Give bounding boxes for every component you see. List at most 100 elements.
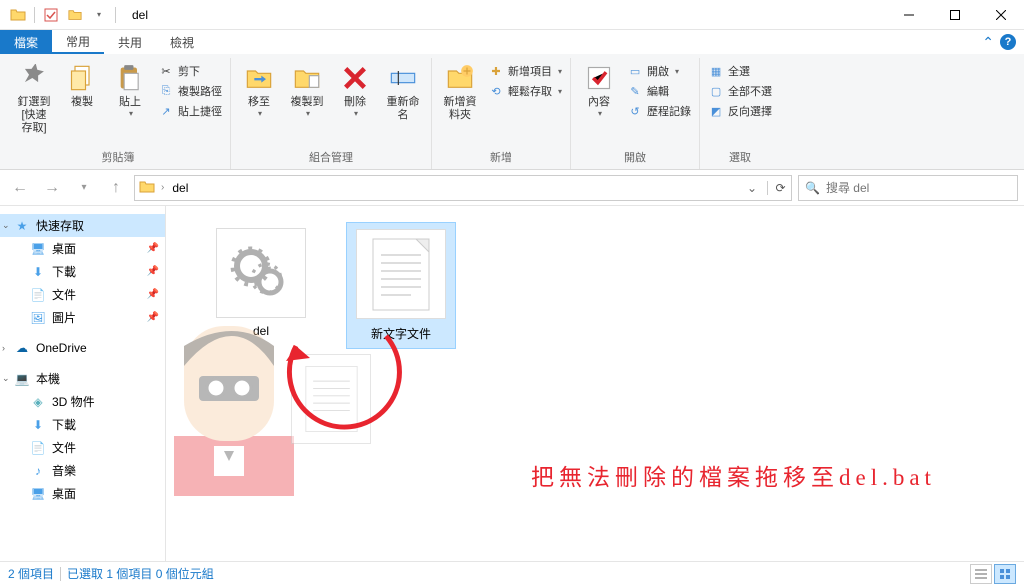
file-label: 新文字文件 — [371, 325, 431, 342]
open-button[interactable]: ▭開啟▾ — [623, 62, 695, 80]
selectall-button[interactable]: ▦全選 — [704, 62, 776, 80]
main-area: ⌄ ★ 快速存取 🖥 桌面📌 ⬇ 下載📌 📄 文件📌 🖼 圖片📌 — [0, 206, 1024, 561]
star-icon: ★ — [14, 218, 30, 234]
download-icon: ⬇ — [30, 417, 46, 433]
forward-button[interactable]: → — [38, 174, 66, 202]
sidebar-item-thispc[interactable]: ⌄ 💻 本機 — [0, 367, 165, 390]
selectnone-icon: ▢ — [708, 83, 724, 99]
text-file-icon — [356, 229, 446, 319]
download-icon: ⬇ — [30, 264, 46, 280]
tab-share[interactable]: 共用 — [104, 30, 156, 54]
address-bar[interactable]: › del ⌄ ⟳ — [134, 175, 792, 201]
status-item-count: 2 個項目 — [8, 565, 54, 582]
breadcrumb-folder[interactable]: del — [168, 181, 192, 195]
recent-dropdown[interactable]: ▾ — [70, 174, 98, 202]
moveto-icon — [243, 62, 275, 94]
collapse-ribbon-icon[interactable]: ⌃ — [982, 34, 994, 51]
qat-folder-icon[interactable] — [65, 5, 85, 25]
sidebar-item-desktop2[interactable]: 🖥 桌面 — [0, 482, 165, 505]
copy-button[interactable]: 複製 — [58, 60, 106, 111]
chevron-down-icon[interactable]: ⌄ — [2, 220, 10, 231]
paste-icon — [114, 62, 146, 94]
delete-button[interactable]: 刪除▾ — [331, 60, 379, 120]
search-box[interactable]: 🔍 — [798, 175, 1018, 201]
copypath-button[interactable]: ⎘複製路徑 — [154, 82, 226, 100]
watermark-avatar — [174, 326, 294, 496]
newitem-icon: ✚ — [488, 63, 504, 79]
chevron-down-icon: ▾ — [129, 109, 133, 118]
rename-icon — [387, 62, 419, 94]
document-icon: 📄 — [30, 440, 46, 456]
desktop-icon: 🖥 — [30, 486, 46, 502]
chevron-down-icon[interactable]: ⌄ — [2, 373, 10, 384]
qat-dropdown-icon[interactable]: ▾ — [89, 5, 109, 25]
pin-button[interactable]: 釘選到 [快速存取] — [10, 60, 58, 138]
close-button[interactable] — [978, 0, 1024, 30]
edit-button[interactable]: ✎編輯 — [623, 82, 695, 100]
sidebar-item-3dobjects[interactable]: ◈ 3D 物件 — [0, 390, 165, 413]
maximize-button[interactable] — [932, 0, 978, 30]
qat-checkbox-icon[interactable] — [41, 5, 61, 25]
invertselect-button[interactable]: ◩反向選擇 — [704, 102, 776, 120]
sidebar-item-documents2[interactable]: 📄 文件 — [0, 436, 165, 459]
selectall-icon: ▦ — [708, 63, 724, 79]
properties-button[interactable]: 內容▾ — [575, 60, 623, 120]
moveto-button[interactable]: 移至▾ — [235, 60, 283, 120]
history-button[interactable]: ↺歷程記錄 — [623, 102, 695, 120]
pin-icon: 📌 — [147, 312, 159, 323]
status-selection: 已選取 1 個項目 0 個位元組 — [67, 565, 214, 582]
copy-icon — [66, 62, 98, 94]
search-icon: 🔍 — [805, 181, 820, 195]
open-icon: ▭ — [627, 63, 643, 79]
navigation-pane[interactable]: ⌄ ★ 快速存取 🖥 桌面📌 ⬇ 下載📌 📄 文件📌 🖼 圖片📌 — [0, 206, 166, 561]
newfolder-button[interactable]: 新增資料夾 — [436, 60, 484, 124]
sidebar-item-downloads[interactable]: ⬇ 下載📌 — [0, 260, 165, 283]
file-item-del[interactable]: del — [206, 222, 316, 344]
refresh-button[interactable]: ⟳ — [767, 181, 787, 195]
pasteshortcut-button[interactable]: ↗貼上捷徑 — [154, 102, 226, 120]
sidebar-item-onedrive[interactable]: › ☁ OneDrive — [0, 337, 165, 359]
sidebar-item-desktop[interactable]: 🖥 桌面📌 — [0, 237, 165, 260]
ribbon-group-new: 新增資料夾 ✚新增項目▾ ⟲輕鬆存取▾ 新增 — [432, 58, 571, 169]
view-icons-button[interactable] — [994, 564, 1016, 584]
help-icon[interactable]: ? — [1000, 34, 1016, 50]
sidebar-item-pictures[interactable]: 🖼 圖片📌 — [0, 306, 165, 329]
back-button[interactable]: ← — [6, 174, 34, 202]
sidebar-item-downloads2[interactable]: ⬇ 下載 — [0, 413, 165, 436]
pc-icon: 💻 — [14, 371, 30, 387]
tab-home[interactable]: 常用 — [52, 30, 104, 54]
document-icon: 📄 — [30, 287, 46, 303]
pictures-icon: 🖼 — [30, 310, 46, 326]
easyaccess-button[interactable]: ⟲輕鬆存取▾ — [484, 82, 566, 100]
sidebar-item-quickaccess[interactable]: ⌄ ★ 快速存取 — [0, 214, 165, 237]
ribbon-group-organize: 移至▾ 複製到▾ 刪除▾ 重新命名 組合管理 — [231, 58, 432, 169]
view-details-button[interactable] — [970, 564, 992, 584]
edit-icon: ✎ — [627, 83, 643, 99]
up-button[interactable]: ↑ — [102, 174, 130, 202]
newitem-button[interactable]: ✚新增項目▾ — [484, 62, 566, 80]
sidebar-item-documents[interactable]: 📄 文件📌 — [0, 283, 165, 306]
copyto-button[interactable]: 複製到▾ — [283, 60, 331, 120]
minimize-button[interactable] — [886, 0, 932, 30]
newfolder-icon — [444, 62, 476, 94]
selectnone-button[interactable]: ▢全部不選 — [704, 82, 776, 100]
navigation-bar: ← → ▾ ↑ › del ⌄ ⟳ 🔍 — [0, 170, 1024, 206]
copyto-icon — [291, 62, 323, 94]
file-list[interactable]: del 新文字文件 — [166, 206, 1024, 561]
cut-button[interactable]: ✂剪下 — [154, 62, 226, 80]
sidebar-item-music[interactable]: ♪ 音樂 — [0, 459, 165, 482]
shortcut-icon: ↗ — [158, 103, 174, 119]
pin-icon: 📌 — [147, 243, 159, 254]
cloud-icon: ☁ — [14, 340, 30, 356]
tab-view[interactable]: 檢視 — [156, 30, 208, 54]
search-input[interactable] — [826, 181, 1011, 195]
properties-icon — [583, 62, 615, 94]
file-item-newtext[interactable]: 新文字文件 — [346, 222, 456, 349]
tab-file[interactable]: 檔案 — [0, 30, 52, 54]
chevron-right-icon[interactable]: › — [2, 343, 5, 353]
paste-button[interactable]: 貼上 ▾ — [106, 60, 154, 120]
chevron-right-icon[interactable]: › — [161, 182, 164, 193]
rename-button[interactable]: 重新命名 — [379, 60, 427, 124]
ribbon-group-open: 內容▾ ▭開啟▾ ✎編輯 ↺歷程記錄 開啟 — [571, 58, 700, 169]
address-dropdown-icon[interactable]: ⌄ — [741, 181, 763, 195]
